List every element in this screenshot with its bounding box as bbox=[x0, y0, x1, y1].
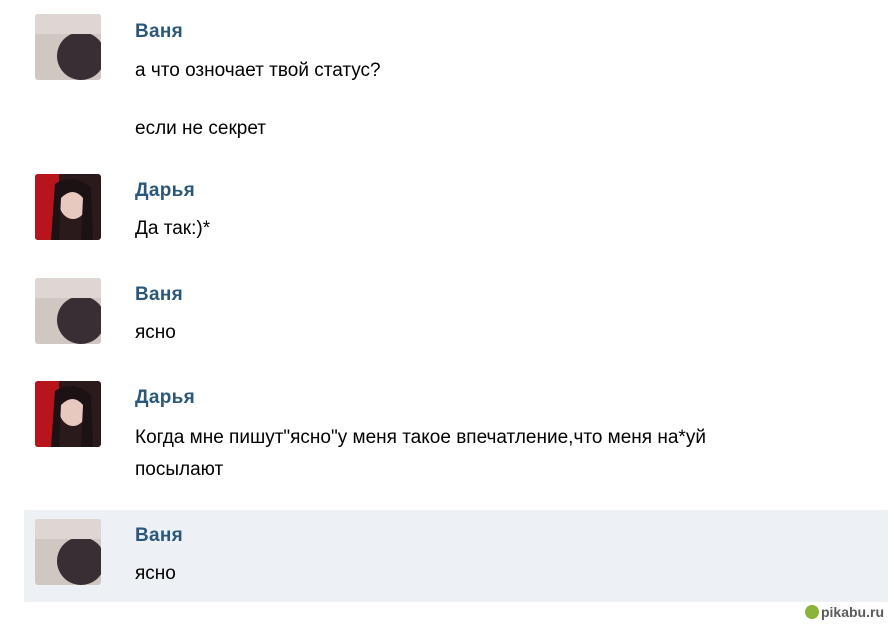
avatar-vanya[interactable] bbox=[35, 14, 101, 80]
avatar-vanya-image bbox=[35, 519, 101, 585]
message-item: Ваня ясно bbox=[24, 278, 888, 358]
avatar-vanya-image bbox=[35, 14, 101, 80]
message-author[interactable]: Ваня bbox=[135, 284, 183, 306]
avatar-darya-image bbox=[35, 174, 101, 240]
message-author[interactable]: Дарья bbox=[135, 180, 195, 202]
message-author[interactable]: Ваня bbox=[135, 21, 183, 43]
message-author[interactable]: Дарья bbox=[135, 387, 195, 409]
message-text: Когда мне пишут"ясно"у меня такое впечат… bbox=[135, 427, 706, 448]
avatar-vanya[interactable] bbox=[35, 519, 101, 585]
chat-history: Ваня а что озночает твой статус? если не… bbox=[0, 0, 896, 630]
message-item: Дарья Когда мне пишут"ясно"у меня такое … bbox=[24, 381, 888, 491]
message-author[interactable]: Ваня bbox=[135, 525, 183, 547]
message-text: посылают bbox=[135, 459, 224, 480]
avatar-darya[interactable] bbox=[35, 174, 101, 240]
watermark: pikabu.ru bbox=[804, 604, 884, 620]
message-text: ясно bbox=[135, 563, 176, 584]
pikabu-logo-icon bbox=[804, 605, 819, 619]
watermark-text: pikabu.ru bbox=[820, 604, 884, 620]
avatar-vanya-image bbox=[35, 278, 101, 344]
avatar-darya-image bbox=[35, 381, 101, 447]
message-text: Да так:)* bbox=[135, 218, 211, 239]
message-text: а что озночает твой статус? bbox=[135, 60, 381, 81]
avatar-darya[interactable] bbox=[35, 381, 101, 447]
message-item-highlighted: Ваня ясно bbox=[24, 510, 888, 602]
message-item: Дарья Да так:)* bbox=[24, 174, 888, 254]
message-text: если не секрет bbox=[135, 118, 266, 139]
avatar-vanya[interactable] bbox=[35, 278, 101, 344]
message-item: Ваня а что озночает твой статус? если не… bbox=[24, 14, 888, 154]
message-text: ясно bbox=[135, 322, 176, 343]
